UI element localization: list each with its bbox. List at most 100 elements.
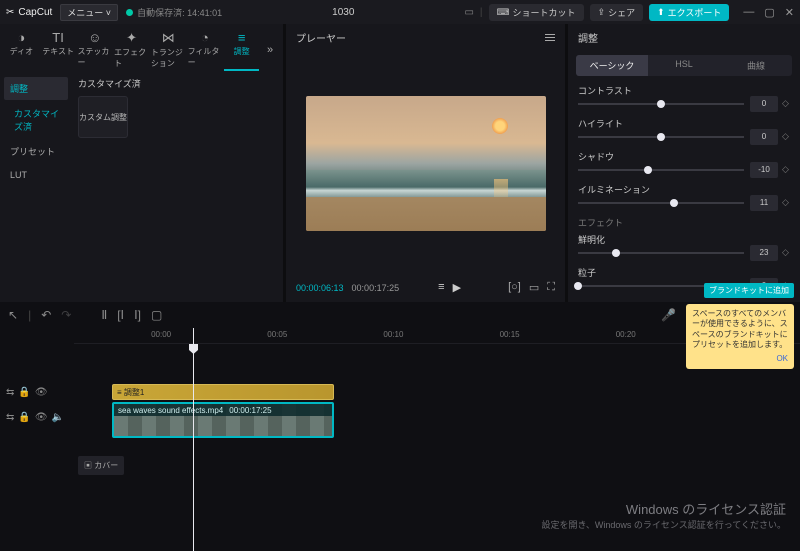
maximize-icon[interactable]: ▢ <box>764 6 774 19</box>
thumb-grain[interactable] <box>574 282 582 290</box>
ratio-icon[interactable]: [○] <box>508 281 521 294</box>
filter-icon: ◔ <box>201 30 209 45</box>
lock-icon[interactable]: ⇆ <box>6 412 14 423</box>
keyframe-shadow-icon[interactable]: ◇ <box>782 166 790 174</box>
thumb-illumination[interactable] <box>670 199 678 207</box>
video-preview <box>306 96 546 231</box>
lock2-icon[interactable]: 🔒 <box>18 412 30 423</box>
thumb-sharpen[interactable] <box>612 249 620 257</box>
tab-effect[interactable]: ✦エフェクト <box>114 28 149 71</box>
brandkit-button[interactable]: ブランドキットに追加 <box>704 283 794 298</box>
share-button[interactable]: ⇪シェア <box>590 4 644 21</box>
player-panel: プレーヤー 00:00:06:13 00:00:17:25 ≡ ▶ [○] ▭ <box>286 24 565 302</box>
player-menu-icon[interactable] <box>545 34 555 41</box>
adjust-tab-hsl[interactable]: HSL <box>648 55 720 76</box>
preset-card-custom[interactable]: カスタム調整 <box>78 96 128 138</box>
ruler-mark: 00:15 <box>500 330 520 339</box>
menu-button[interactable]: メニュー ˅ <box>60 4 118 21</box>
thumb-shadow[interactable] <box>644 166 652 174</box>
redo-icon[interactable]: ↷ <box>61 308 71 322</box>
value-highlight[interactable]: 0 <box>750 129 778 145</box>
sidebar-item-preset[interactable]: プリセット <box>4 140 68 163</box>
eye-icon[interactable]: 👁 <box>35 412 48 423</box>
label-shadow: シャドウ <box>578 150 790 163</box>
text-icon: TI <box>52 30 64 45</box>
tab-sticker[interactable]: ☺ステッカー <box>77 28 112 71</box>
thumb-contrast[interactable] <box>657 100 665 108</box>
tab-text[interactable]: TIテキスト <box>41 28 76 71</box>
track-highlight[interactable] <box>578 136 744 138</box>
sidebar-item-custom[interactable]: カスタマイズ済 <box>4 102 68 138</box>
close-icon[interactable]: ✕ <box>785 6 794 19</box>
app-logo: ✂ CapCut <box>6 7 52 18</box>
thumb-highlight[interactable] <box>657 133 665 141</box>
sand-graphic <box>306 197 546 231</box>
tabs-more[interactable]: » <box>261 28 279 71</box>
timeline[interactable]: 00:00 00:05 00:10 00:15 00:20 00:25 ⇆🔒👁 … <box>0 328 800 551</box>
slider-highlight: ハイライト 0 ◇ <box>578 117 790 142</box>
clip-video-meta: sea waves sound effects.mp4 00:00:17:25 <box>114 404 332 416</box>
tab-audio[interactable]: ◑ディオ <box>4 28 39 71</box>
track-sharpen[interactable] <box>578 252 744 254</box>
keyframe-illumination-icon[interactable]: ◇ <box>782 199 790 207</box>
quality-icon[interactable]: ▭ <box>529 281 539 294</box>
sidebar-item-lut[interactable]: LUT <box>4 165 68 185</box>
timecode-total: 00:00:17:25 <box>352 283 400 293</box>
clip-video[interactable]: sea waves sound effects.mp4 00:00:17:25 <box>112 402 334 438</box>
value-sharpen[interactable]: 23 <box>750 245 778 261</box>
divider: | <box>28 308 31 322</box>
clip-adjust[interactable]: ≡ 調整1 <box>112 384 334 400</box>
label-contrast: コントラスト <box>578 84 790 97</box>
section-effect: エフェクト <box>578 216 790 229</box>
mic-icon[interactable]: 🎤 <box>661 308 676 322</box>
split-left-icon[interactable]: [Ⅰ <box>117 308 124 322</box>
mute-icon[interactable]: 🔈 <box>52 412 64 423</box>
export-button[interactable]: ⬆エクスポート <box>649 4 729 21</box>
keyframe-sharpen-icon[interactable]: ◇ <box>782 249 790 257</box>
split-icon[interactable]: Ⅱ <box>101 308 107 322</box>
tab-transition[interactable]: ⋈トランジション <box>151 28 186 71</box>
media-content: カスタマイズ済 カスタム調整 <box>72 71 283 302</box>
eye-icon[interactable]: 👁 <box>35 387 48 398</box>
layout-icon[interactable]: ▭ <box>464 7 473 18</box>
shortcut-button[interactable]: ⌨ショートカット <box>489 4 584 21</box>
prev-frame-icon[interactable]: ≡ <box>438 281 444 294</box>
delete-icon[interactable]: ▢ <box>151 308 162 322</box>
tooltip-ok-button[interactable]: OK <box>692 354 788 364</box>
value-shadow[interactable]: -10 <box>750 162 778 178</box>
sidebar-item-adjust[interactable]: 調整 <box>4 77 68 100</box>
select-tool-icon[interactable]: ↖ <box>8 308 18 322</box>
fullscreen-icon[interactable]: ⛶ <box>547 281 555 294</box>
tooltip-text: スペースのすべてのメンバーが使用できるように、スペースのブランドキットにプリセッ… <box>692 309 788 351</box>
keyframe-contrast-icon[interactable]: ◇ <box>782 100 790 108</box>
playhead[interactable] <box>193 328 194 551</box>
windows-watermark: Windows のライセンス認証 設定を開き、Windows のライセンス認証を… <box>542 499 786 531</box>
adjust-panel: 調整 ベーシック HSL 曲線 コントラスト 0 ◇ ハイライト 0 ◇ <box>568 24 800 302</box>
tab-filter[interactable]: ◔フィルター <box>188 28 223 71</box>
keyframe-highlight-icon[interactable]: ◇ <box>782 133 790 141</box>
value-contrast[interactable]: 0 <box>750 96 778 112</box>
undo-icon[interactable]: ↶ <box>41 308 51 322</box>
adjust-tab-curve[interactable]: 曲線 <box>720 55 792 76</box>
track-shadow[interactable] <box>578 169 744 171</box>
main-row: ◑ディオ TIテキスト ☺ステッカー ✦エフェクト ⋈トランジション ◔フィルタ… <box>0 24 800 302</box>
adjust-tab-basic[interactable]: ベーシック <box>576 55 648 76</box>
media-sidebar: 調整 カスタマイズ済 プリセット LUT <box>0 71 72 302</box>
split-right-icon[interactable]: Ⅰ] <box>134 308 141 322</box>
project-title[interactable]: 1030 <box>230 7 456 18</box>
lock2-icon[interactable]: 🔒 <box>18 387 30 398</box>
label-highlight: ハイライト <box>578 117 790 130</box>
player-stage[interactable] <box>286 51 565 275</box>
track-contrast[interactable] <box>578 103 744 105</box>
minimize-icon[interactable]: — <box>743 6 754 19</box>
tab-adjust[interactable]: ≡調整 <box>224 28 259 71</box>
track-ctl-video[interactable]: ⇆ 🔒 👁 🔈 <box>0 409 70 426</box>
lock-icon[interactable]: ⇆ <box>6 387 14 398</box>
player-controls: 00:00:06:13 00:00:17:25 ≡ ▶ [○] ▭ ⛶ <box>286 275 565 302</box>
track-illumination[interactable] <box>578 202 744 204</box>
play-icon[interactable]: ▶ <box>453 281 461 294</box>
value-illumination[interactable]: 11 <box>750 195 778 211</box>
cover-button[interactable]: ▣ カバー <box>78 456 124 475</box>
track-ctl-adjust[interactable]: ⇆ 🔒 👁 <box>0 384 70 401</box>
sticker-icon: ☺ <box>88 30 101 45</box>
